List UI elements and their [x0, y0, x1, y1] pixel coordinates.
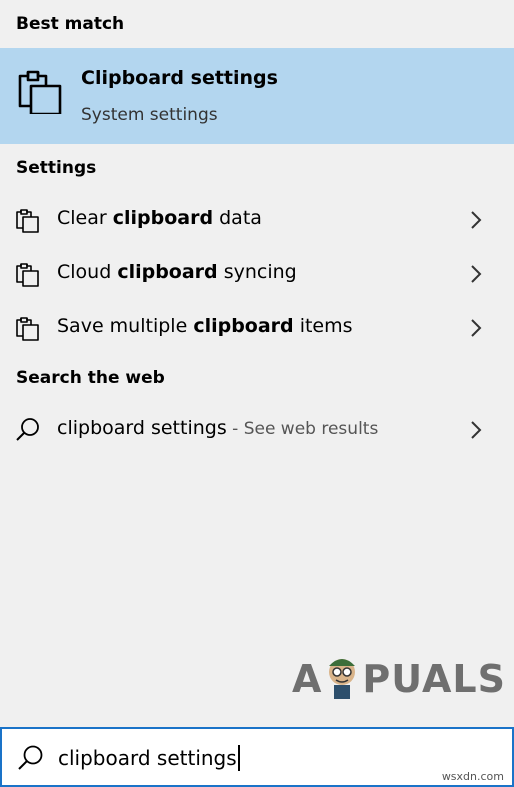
chevron-right-icon: [471, 265, 482, 283]
chevron-right-icon: [471, 319, 482, 337]
best-match-subtitle: System settings: [81, 105, 218, 125]
settings-item-label: Save multiple clipboard items: [57, 315, 353, 337]
best-match-result[interactable]: Clipboard settings System settings: [0, 48, 514, 144]
web-result-item[interactable]: clipboard settings - See web results: [0, 405, 514, 455]
appuals-watermark: A PUALS: [292, 650, 506, 701]
clipboard-icon: [16, 209, 39, 233]
settings-header: Settings: [16, 158, 97, 178]
search-input[interactable]: clipboard settings: [58, 745, 240, 771]
source-credit: wsxdn.com: [441, 770, 504, 783]
best-match-header: Best match: [16, 14, 125, 34]
search-icon: [16, 418, 39, 441]
clipboard-icon: [16, 317, 39, 341]
best-match-title: Clipboard settings: [81, 67, 278, 89]
settings-item-cloud-clipboard[interactable]: Cloud clipboard syncing: [0, 249, 514, 299]
clipboard-icon: [16, 263, 39, 287]
mascot-logo-icon: [329, 659, 356, 699]
search-icon: [18, 745, 43, 770]
settings-item-label: Clear clipboard data: [57, 207, 262, 229]
chevron-right-icon: [471, 421, 482, 439]
settings-item-label: Cloud clipboard syncing: [57, 261, 297, 283]
chevron-right-icon: [471, 211, 482, 229]
settings-item-clear-clipboard[interactable]: Clear clipboard data: [0, 195, 514, 245]
clipboard-icon: [18, 70, 62, 114]
settings-item-save-multiple[interactable]: Save multiple clipboard items: [0, 303, 514, 353]
search-box[interactable]: clipboard settings: [0, 727, 514, 787]
web-result-label: clipboard settings - See web results: [57, 417, 379, 439]
search-web-header: Search the web: [16, 368, 165, 388]
